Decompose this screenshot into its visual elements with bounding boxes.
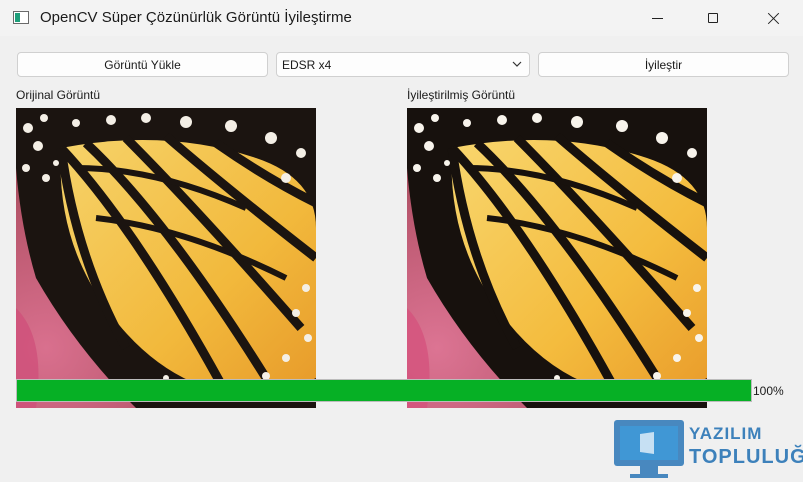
title-bar[interactable]: OpenCV Süper Çözünürlük Görüntü İyileşti… bbox=[0, 0, 803, 36]
app-window: OpenCV Süper Çözünürlük Görüntü İyileşti… bbox=[0, 0, 803, 482]
maximize-icon bbox=[708, 13, 718, 23]
watermark-line1: YAZILIM bbox=[689, 424, 763, 443]
model-select[interactable]: EDSR x4 bbox=[276, 52, 530, 77]
model-select-value: EDSR x4 bbox=[282, 57, 332, 72]
minimize-button[interactable] bbox=[634, 0, 680, 36]
maximize-button[interactable] bbox=[690, 0, 736, 36]
enhance-button[interactable]: İyileştir bbox=[538, 52, 789, 77]
close-icon bbox=[767, 12, 780, 25]
window-title: OpenCV Süper Çözünürlük Görüntü İyileşti… bbox=[40, 9, 352, 26]
enhanced-image bbox=[407, 108, 707, 408]
load-image-button[interactable]: Görüntü Yükle bbox=[17, 52, 268, 77]
minimize-icon bbox=[651, 17, 663, 19]
app-icon bbox=[13, 11, 29, 24]
chevron-down-icon bbox=[512, 61, 522, 67]
original-image bbox=[16, 108, 316, 408]
watermark-line2: TOPLULUĞU bbox=[689, 446, 803, 468]
enhanced-image-label: İyileştirilmiş Görüntü bbox=[407, 88, 516, 102]
original-image-label: Orijinal Görüntü bbox=[16, 88, 101, 102]
close-button[interactable] bbox=[750, 0, 796, 36]
